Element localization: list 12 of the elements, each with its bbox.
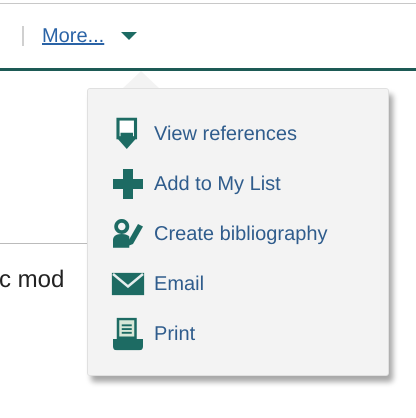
menu-item[interactable]: Create bibliography [110,209,388,259]
envelope-icon [112,272,144,296]
person-pencil-icon [112,219,144,249]
caret-icon[interactable] [120,31,138,41]
menu-item[interactable]: Add to My List [110,159,388,209]
plus-icon [113,169,143,199]
printer-icon [113,318,143,350]
menu-item[interactable]: Email [110,259,388,309]
menu-item[interactable]: View references [110,109,388,159]
background-text: c mod [0,266,64,294]
more-link[interactable]: More... [42,21,104,51]
menu-item[interactable]: Print [110,309,388,359]
